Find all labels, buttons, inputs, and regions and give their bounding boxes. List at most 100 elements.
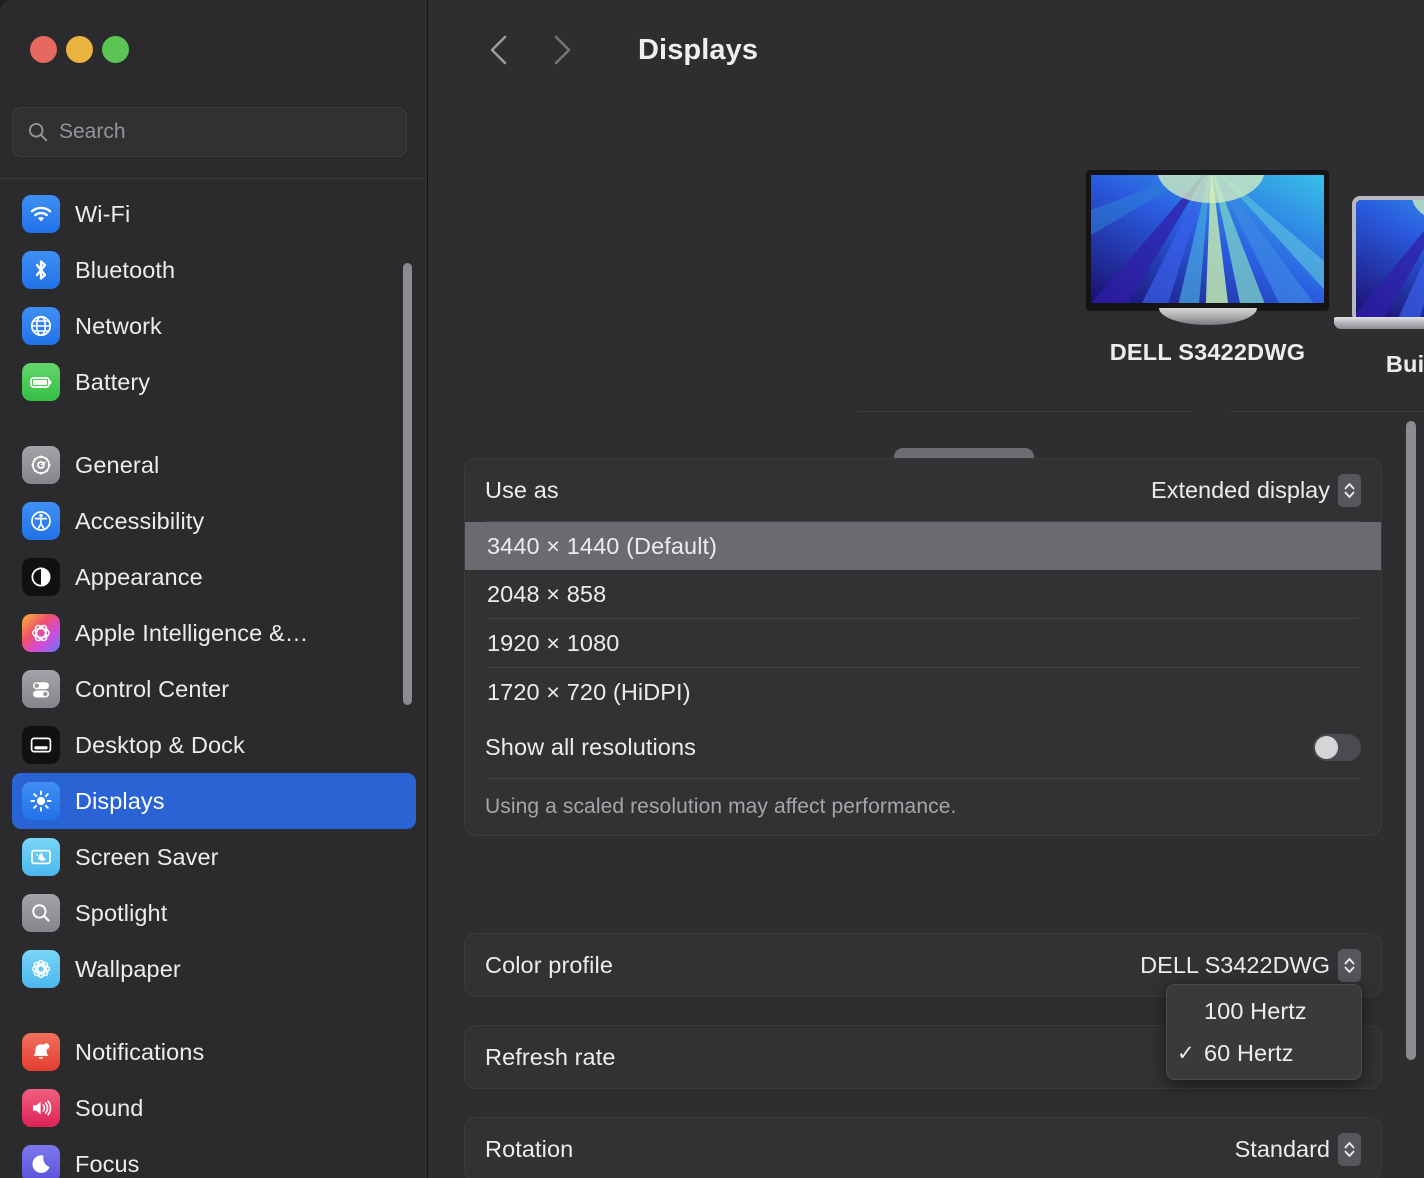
search-field[interactable] bbox=[12, 107, 407, 157]
sidebar: Wi-Fi Bluetooth bbox=[0, 0, 428, 1178]
refresh-rate-label: Refresh rate bbox=[485, 1044, 616, 1071]
accessibility-icon bbox=[22, 502, 60, 540]
show-all-resolutions-row: Show all resolutions bbox=[465, 716, 1381, 778]
scaled-resolution-note: Using a scaled resolution may affect per… bbox=[465, 779, 1381, 835]
resolution-list: 3440 × 1440 (Default) 2048 × 858 1920 × … bbox=[465, 522, 1381, 716]
window-traffic-lights bbox=[30, 36, 129, 63]
sidebar-item-focus[interactable]: Focus bbox=[12, 1136, 416, 1178]
close-button[interactable] bbox=[30, 36, 57, 63]
sidebar-item-spotlight[interactable]: Spotlight bbox=[12, 885, 416, 941]
menu-item-label: 60 Hertz bbox=[1204, 1040, 1294, 1067]
resolution-option[interactable]: 3440 × 1440 (Default) bbox=[465, 522, 1381, 570]
sidebar-item-label: General bbox=[75, 452, 159, 479]
menu-item-label: 100 Hertz bbox=[1204, 998, 1307, 1025]
battery-icon bbox=[22, 363, 60, 401]
refresh-rate-dropdown-menu: 100 Hertz ✓ 60 Hertz bbox=[1166, 984, 1362, 1080]
sidebar-item-desktop-dock[interactable]: Desktop & Dock bbox=[12, 717, 416, 773]
display-name: Built-in Display bbox=[1352, 351, 1424, 378]
zoom-button[interactable] bbox=[102, 36, 129, 63]
forward-button[interactable] bbox=[530, 20, 592, 80]
system-settings-window: Wi-Fi Bluetooth bbox=[0, 0, 1424, 1178]
brightness-icon bbox=[22, 782, 60, 820]
sidebar-item-notifications[interactable]: Notifications bbox=[12, 1024, 416, 1080]
sidebar-item-control-center[interactable]: Control Center bbox=[12, 661, 416, 717]
screen-saver-icon bbox=[22, 838, 60, 876]
control-center-icon bbox=[22, 670, 60, 708]
use-as-label: Use as bbox=[485, 477, 559, 504]
stepper-icon[interactable] bbox=[1338, 474, 1361, 507]
sidebar-item-label: Wi-Fi bbox=[75, 201, 130, 228]
sidebar-item-label: Sound bbox=[75, 1095, 143, 1122]
sidebar-item-label: Focus bbox=[75, 1151, 140, 1178]
main-scrollbar[interactable] bbox=[1406, 421, 1416, 1060]
back-button[interactable] bbox=[468, 20, 530, 80]
sound-icon bbox=[22, 1089, 60, 1127]
sidebar-item-accessibility[interactable]: Accessibility bbox=[12, 493, 416, 549]
color-profile-value: DELL S3422DWG bbox=[1140, 952, 1330, 979]
rotation-row[interactable]: Rotation Standard bbox=[465, 1118, 1381, 1178]
toggle-knob bbox=[1315, 736, 1338, 759]
menu-item-60-hertz[interactable]: ✓ 60 Hertz bbox=[1167, 1032, 1361, 1074]
bluetooth-icon bbox=[22, 251, 60, 289]
display-thumbnail-built-in[interactable]: Built-in Display bbox=[1352, 196, 1424, 378]
sidebar-item-sound[interactable]: Sound bbox=[12, 1080, 416, 1136]
chevron-left-icon bbox=[485, 31, 513, 69]
laptop-base bbox=[1334, 317, 1424, 329]
sidebar-item-label: Spotlight bbox=[75, 900, 167, 927]
sidebar-scrollbar[interactable] bbox=[403, 263, 412, 705]
sidebar-group-connectivity: Wi-Fi Bluetooth bbox=[0, 186, 428, 410]
sidebar-item-label: Apple Intelligence &… bbox=[75, 620, 308, 647]
use-as-value-group[interactable]: Extended display bbox=[1151, 474, 1361, 507]
rotation-value: Standard bbox=[1235, 1136, 1330, 1163]
sidebar-item-wallpaper[interactable]: Wallpaper bbox=[12, 941, 416, 997]
sidebar-item-network[interactable]: Network bbox=[12, 298, 416, 354]
sidebar-item-general[interactable]: General bbox=[12, 437, 416, 493]
stepper-icon[interactable] bbox=[1338, 949, 1361, 982]
laptop-lid bbox=[1352, 196, 1424, 317]
sidebar-group-system: General Accessibility bbox=[0, 437, 428, 997]
sidebar-item-bluetooth[interactable]: Bluetooth bbox=[12, 242, 416, 298]
sidebar-group-notifications: Notifications Sound bbox=[0, 1024, 428, 1178]
resolution-option[interactable]: 1920 × 1080 bbox=[465, 619, 1381, 667]
display-thumbnail-dell-s3422dwg[interactable]: DELL S3422DWG bbox=[1086, 170, 1329, 366]
selected-display-caret bbox=[1192, 396, 1230, 412]
display-name: DELL S3422DWG bbox=[1086, 339, 1329, 366]
color-profile-value-group[interactable]: DELL S3422DWG bbox=[1140, 949, 1361, 982]
chevron-right-icon bbox=[547, 31, 575, 69]
use-as-row[interactable]: Use as Extended display bbox=[465, 459, 1381, 521]
search-icon bbox=[27, 121, 49, 143]
gear-icon bbox=[22, 446, 60, 484]
rotation-value-group[interactable]: Standard bbox=[1235, 1133, 1361, 1166]
search-input[interactable] bbox=[59, 120, 392, 144]
use-as-value: Extended display bbox=[1151, 477, 1330, 504]
sidebar-nav: Wi-Fi Bluetooth bbox=[0, 186, 428, 1178]
toolbar: Displays bbox=[428, 0, 1424, 100]
sidebar-item-displays[interactable]: Displays bbox=[12, 773, 416, 829]
wallpaper-icon bbox=[22, 950, 60, 988]
stepper-icon[interactable] bbox=[1338, 1133, 1361, 1166]
sidebar-item-battery[interactable]: Battery bbox=[12, 354, 416, 410]
sidebar-group-spacer bbox=[0, 410, 428, 437]
sidebar-group-spacer-2 bbox=[0, 997, 428, 1024]
sidebar-item-label: Wallpaper bbox=[75, 956, 181, 983]
spotlight-icon bbox=[22, 894, 60, 932]
sidebar-item-label: Displays bbox=[75, 788, 165, 815]
minimize-button[interactable] bbox=[66, 36, 93, 63]
desktop-dock-icon bbox=[22, 726, 60, 764]
sidebar-item-appearance[interactable]: Appearance bbox=[12, 549, 416, 605]
sidebar-item-wifi[interactable]: Wi-Fi bbox=[12, 186, 416, 242]
menu-item-100-hertz[interactable]: 100 Hertz bbox=[1167, 990, 1361, 1032]
sidebar-item-apple-intelligence[interactable]: Apple Intelligence &… bbox=[12, 605, 416, 661]
sidebar-item-label: Bluetooth bbox=[75, 257, 175, 284]
sidebar-item-label: Battery bbox=[75, 369, 150, 396]
sidebar-item-label: Notifications bbox=[75, 1039, 204, 1066]
resolution-option[interactable]: 1720 × 720 (HiDPI) bbox=[465, 668, 1381, 716]
appearance-icon bbox=[22, 558, 60, 596]
show-all-resolutions-toggle[interactable] bbox=[1313, 734, 1361, 761]
checkmark-icon: ✓ bbox=[1177, 1041, 1196, 1066]
resolution-option[interactable]: 2048 × 858 bbox=[465, 570, 1381, 618]
display-gallery: DELL S3422DWG bbox=[428, 100, 1424, 410]
page-title: Displays bbox=[638, 34, 758, 67]
sidebar-item-screen-saver[interactable]: Screen Saver bbox=[12, 829, 416, 885]
show-all-resolutions-label: Show all resolutions bbox=[485, 734, 696, 761]
